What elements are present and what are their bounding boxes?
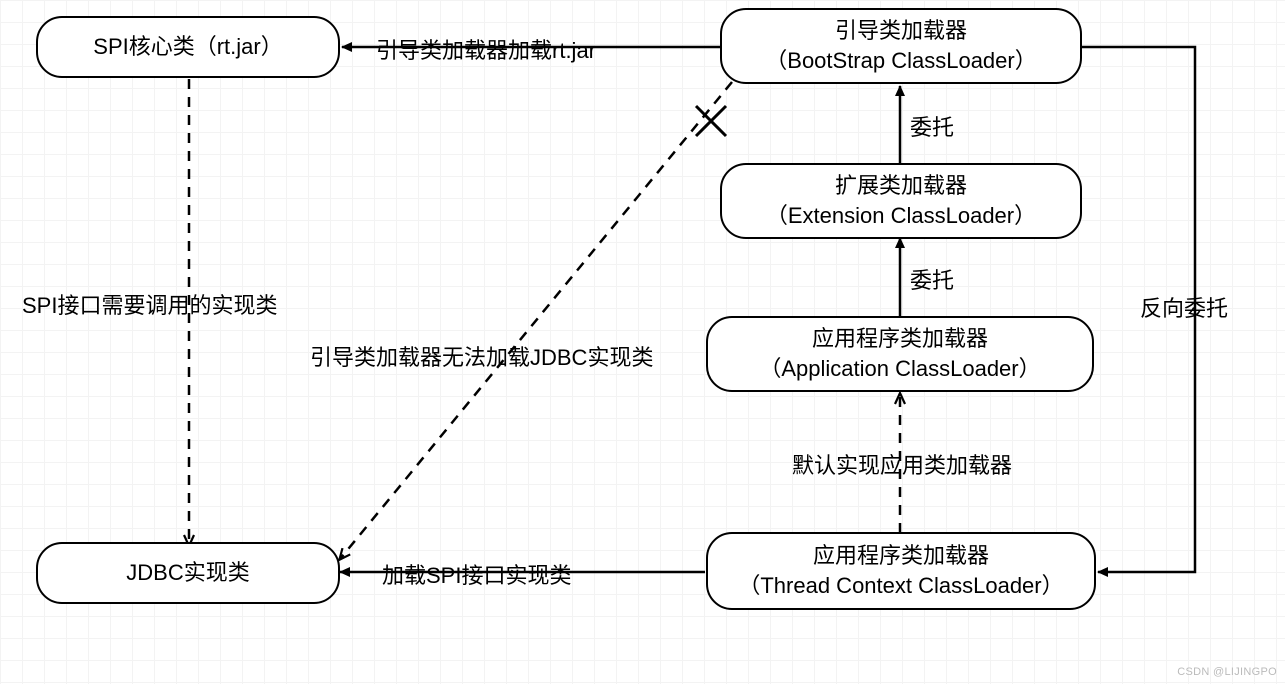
node-thread-ctx-line2: （Thread Context ClassLoader）: [738, 571, 1063, 601]
node-bootstrap-line2: （BootStrap ClassLoader）: [765, 46, 1036, 76]
node-application-line2: （Application ClassLoader）: [759, 354, 1040, 384]
node-extension-line1: 扩展类加载器: [835, 171, 967, 201]
label-bootstrap-to-tcc: 反向委托: [1140, 291, 1228, 323]
node-spi-core-line1: SPI核心类（rt.jar）: [93, 32, 282, 62]
node-thread-context: 应用程序类加载器 （Thread Context ClassLoader）: [706, 532, 1096, 610]
node-bootstrap: 引导类加载器 （BootStrap ClassLoader）: [720, 8, 1082, 84]
label-tcc-to-app: 默认实现应用类加载器: [792, 448, 1012, 480]
label-bootstrap-to-jdbc-fail: 引导类加载器无法加载JDBC实现类: [310, 340, 653, 372]
label-bootstrap-to-spi: 引导类加载器加载rt.jar: [376, 33, 596, 65]
label-spi-to-jdbc: SPI接口需要调用的实现类: [22, 288, 277, 320]
node-jdbc-impl-line1: JDBC实现类: [126, 558, 249, 588]
node-extension: 扩展类加载器 （Extension ClassLoader）: [720, 163, 1082, 239]
node-application-line1: 应用程序类加载器: [812, 324, 988, 354]
node-thread-ctx-line1: 应用程序类加载器: [813, 541, 989, 571]
node-spi-core: SPI核心类（rt.jar）: [36, 16, 340, 78]
node-jdbc-impl: JDBC实现类: [36, 542, 340, 604]
watermark: CSDN @LIJINGPO: [1177, 666, 1277, 678]
node-application: 应用程序类加载器 （Application ClassLoader）: [706, 316, 1094, 392]
label-app-to-ext: 委托: [910, 263, 954, 295]
node-bootstrap-line1: 引导类加载器: [835, 16, 967, 46]
label-tcc-to-jdbc: 加载SPI接口实现类: [382, 558, 571, 590]
node-extension-line2: （Extension ClassLoader）: [766, 201, 1036, 231]
label-ext-to-bootstrap: 委托: [910, 110, 954, 142]
